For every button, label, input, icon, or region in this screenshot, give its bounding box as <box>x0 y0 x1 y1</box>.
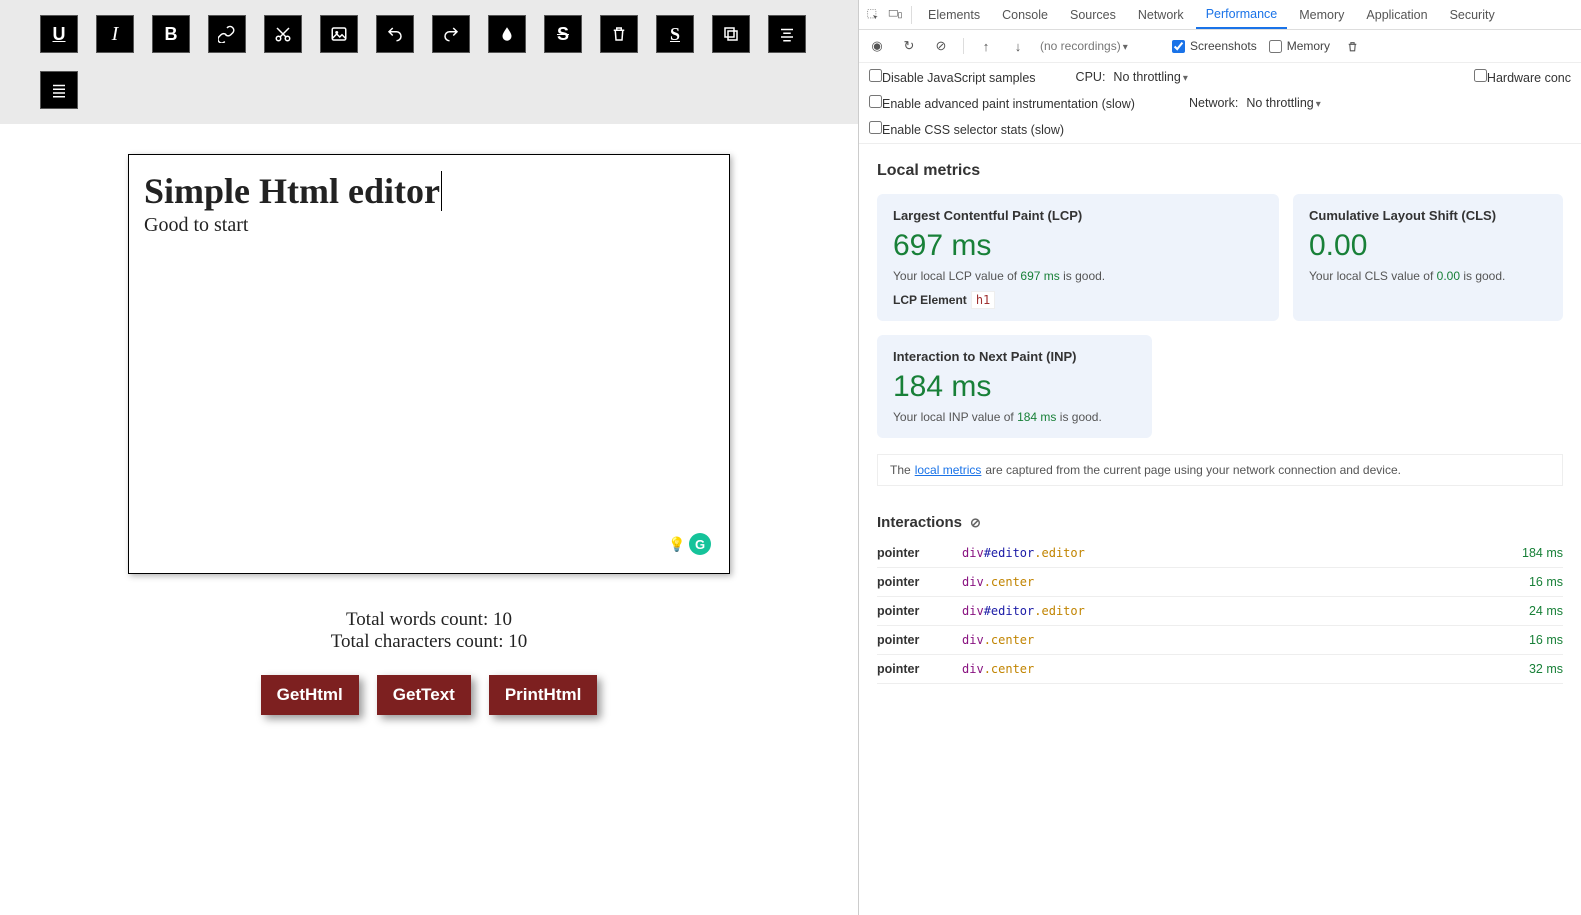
enable-paint-checkbox[interactable]: Enable advanced paint instrumentation (s… <box>869 95 1149 111</box>
style-button[interactable]: S <box>656 15 694 53</box>
inp-card: Interaction to Next Paint (INP) 184 ms Y… <box>877 335 1152 438</box>
get-text-button[interactable]: GetText <box>377 675 471 715</box>
action-buttons: GetHtml GetText PrintHtml <box>261 675 598 715</box>
image-button[interactable] <box>320 15 358 53</box>
inp-value: 184 ms <box>893 370 1136 404</box>
lcp-title: Largest Contentful Paint (LCP) <box>893 208 1263 223</box>
interactions-section: Interactions ⊘ pointerdiv#editor.editor1… <box>859 504 1581 694</box>
devtools-panel: Elements Console Sources Network Perform… <box>858 0 1581 915</box>
bulb-icon[interactable]: 💡 <box>667 534 687 554</box>
disable-js-checkbox[interactable]: Disable JavaScript samples <box>869 69 1036 85</box>
words-label: Total words count: <box>346 609 493 630</box>
lcp-value: 697 ms <box>893 229 1263 263</box>
gc-icon[interactable] <box>1342 36 1362 56</box>
enable-css-checkbox[interactable]: Enable CSS selector stats (slow) <box>869 121 1571 137</box>
interaction-row[interactable]: pointerdiv.center32 ms <box>877 655 1563 684</box>
align-justify-button[interactable] <box>40 71 78 109</box>
download-icon[interactable]: ↓ <box>1008 36 1028 56</box>
upload-icon[interactable]: ↑ <box>976 36 996 56</box>
network-label: Network: <box>1189 96 1238 110</box>
perf-settings: Disable JavaScript samples CPU: No throt… <box>859 63 1581 144</box>
cls-value: 0.00 <box>1309 229 1547 263</box>
italic-button[interactable]: I <box>96 15 134 53</box>
grammarly-icon[interactable]: G <box>689 533 711 555</box>
tab-console[interactable]: Console <box>992 2 1058 28</box>
cut-button[interactable] <box>264 15 302 53</box>
memory-checkbox[interactable]: Memory <box>1269 39 1330 53</box>
local-metrics-link[interactable]: local metrics <box>915 463 982 477</box>
inspect-icon[interactable] <box>863 5 883 25</box>
underline-button[interactable]: U <box>40 15 78 53</box>
device-icon[interactable] <box>885 5 905 25</box>
editor-toolbar: U I B S S <box>0 0 858 124</box>
lcp-element-link[interactable]: h1 <box>971 291 995 309</box>
interaction-row[interactable]: pointerdiv.center16 ms <box>877 568 1563 597</box>
redo-button[interactable] <box>432 15 470 53</box>
copy-button[interactable] <box>712 15 750 53</box>
editor-content[interactable]: Simple Html editor Good to start 💡 G <box>128 154 730 574</box>
chars-label: Total characters count: <box>331 631 509 652</box>
link-button[interactable] <box>208 15 246 53</box>
print-html-button[interactable]: PrintHtml <box>489 675 598 715</box>
tab-elements[interactable]: Elements <box>918 2 990 28</box>
editor-heading[interactable]: Simple Html editor <box>144 170 714 212</box>
interaction-row[interactable]: pointerdiv.center16 ms <box>877 626 1563 655</box>
tab-memory[interactable]: Memory <box>1289 2 1354 28</box>
cls-card: Cumulative Layout Shift (CLS) 0.00 Your … <box>1293 194 1563 321</box>
get-html-button[interactable]: GetHtml <box>261 675 359 715</box>
editor-stage: Simple Html editor Good to start 💡 G Tot… <box>0 124 858 915</box>
screenshots-checkbox[interactable]: Screenshots <box>1172 39 1257 53</box>
inp-title: Interaction to Next Paint (INP) <box>893 349 1136 364</box>
cls-title: Cumulative Layout Shift (CLS) <box>1309 208 1547 223</box>
tab-application[interactable]: Application <box>1356 2 1437 28</box>
undo-button[interactable] <box>376 15 414 53</box>
lcp-card: Largest Contentful Paint (LCP) 697 ms Yo… <box>877 194 1279 321</box>
local-metrics-section: Local metrics Largest Contentful Paint (… <box>859 144 1581 504</box>
interaction-row[interactable]: pointerdiv#editor.editor24 ms <box>877 597 1563 626</box>
tab-network[interactable]: Network <box>1128 2 1194 28</box>
tab-sources[interactable]: Sources <box>1060 2 1126 28</box>
clear-icon[interactable]: ⊘ <box>931 36 951 56</box>
strikethrough-button[interactable]: S <box>544 15 582 53</box>
tint-button[interactable] <box>488 15 526 53</box>
cpu-throttle-dropdown[interactable]: No throttling <box>1113 70 1187 84</box>
metrics-heading: Local metrics <box>877 162 1563 180</box>
grammarly-widget[interactable]: 💡 G <box>667 533 711 555</box>
tab-security[interactable]: Security <box>1440 2 1505 28</box>
clear-interactions-icon[interactable]: ⊘ <box>970 515 981 531</box>
hw-conc-checkbox[interactable]: Hardware conc <box>1474 69 1571 85</box>
editor-body-text[interactable]: Good to start <box>144 214 714 237</box>
bold-button[interactable]: B <box>152 15 190 53</box>
record-toolbar: ◉ ↻ ⊘ ↑ ↓ (no recordings) Screenshots Me… <box>859 30 1581 63</box>
interaction-row[interactable]: pointerdiv#editor.editor184 ms <box>877 539 1563 568</box>
reload-icon[interactable]: ↻ <box>899 36 919 56</box>
metrics-note: The local metrics are captured from the … <box>877 454 1563 486</box>
tab-performance[interactable]: Performance <box>1196 1 1288 29</box>
words-value: 10 <box>493 609 512 630</box>
align-center-button[interactable] <box>768 15 806 53</box>
chars-value: 10 <box>508 631 527 652</box>
record-icon[interactable]: ◉ <box>867 36 887 56</box>
devtools-tabs: Elements Console Sources Network Perform… <box>859 0 1581 30</box>
recordings-dropdown[interactable]: (no recordings) <box>1040 39 1160 53</box>
interactions-heading: Interactions <box>877 514 962 531</box>
delete-button[interactable] <box>600 15 638 53</box>
cpu-label: CPU: <box>1076 70 1106 84</box>
counts-display: Total words count: 10 Total characters c… <box>331 609 528 653</box>
network-throttle-dropdown[interactable]: No throttling <box>1246 96 1320 110</box>
web-page: U I B S S Simple Html editor Good to sta… <box>0 0 858 915</box>
